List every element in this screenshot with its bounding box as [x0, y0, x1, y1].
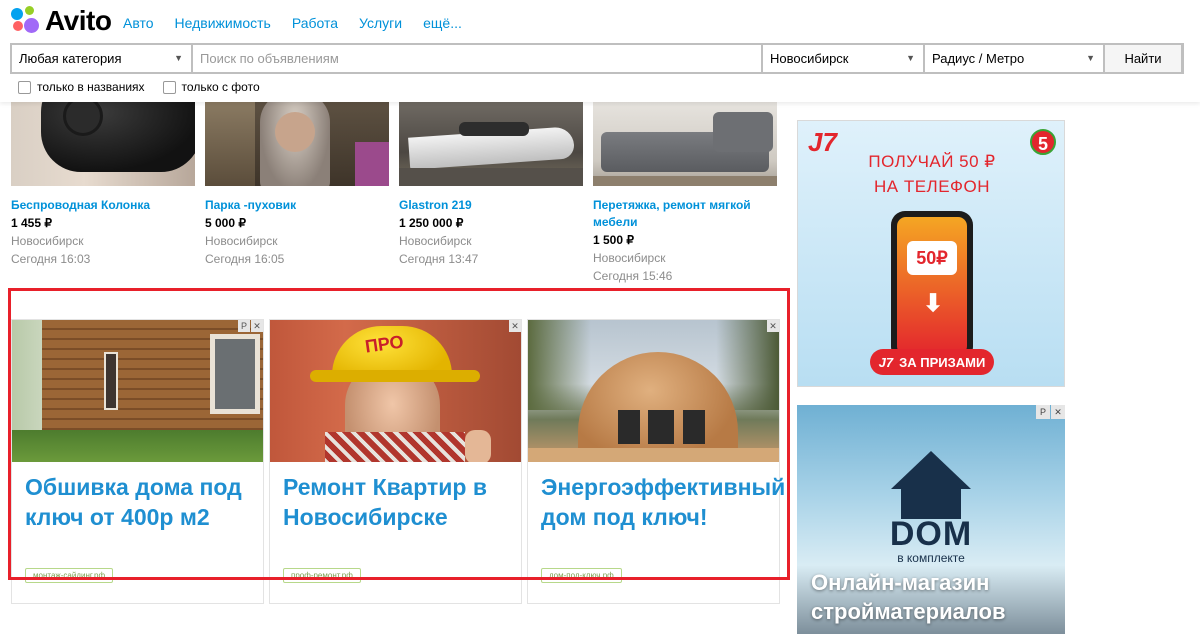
only-photo-checkbox[interactable]: только с фото — [162, 80, 260, 94]
sofa-photo[interactable] — [593, 102, 777, 186]
search-filters: только в названиях только с фото — [18, 80, 260, 94]
listing-city: Новосибирск — [399, 234, 472, 248]
listing-price: 1 455 ₽ — [11, 216, 52, 230]
nav-item-realty[interactable]: Недвижимость — [175, 15, 271, 31]
top-nav: Авто Недвижимость Работа Услуги ещё... — [123, 15, 462, 31]
dom-logo: DOM — [889, 515, 973, 553]
logo-text: Avito — [45, 5, 112, 36]
close-icon[interactable]: ✕ — [509, 320, 521, 332]
phone-icon: 50₽ ⬇ — [891, 211, 973, 361]
nav-item-more[interactable]: ещё... — [423, 15, 462, 31]
j7-cta-label: ЗА ПРИЗАМИ — [899, 354, 986, 370]
house-roof-icon — [891, 451, 971, 489]
logo-dots-icon — [11, 6, 41, 36]
ad-card[interactable]: Р ✕ Обшивка дома под ключ от 400р м2 мон… — [11, 319, 264, 604]
search-button[interactable]: Найти — [1105, 45, 1181, 72]
listing-card[interactable]: Glastron 219 1 250 000 ₽ Новосибирск Сег… — [399, 102, 583, 268]
listing-title[interactable]: Беспроводная Колонка — [11, 197, 195, 214]
listing-card[interactable]: Перетяжка, ремонт мягкой мебели 1 500 ₽ … — [593, 102, 777, 285]
ad-card[interactable]: ✕ Энергоэффективный дом под ключ! дом-по… — [527, 319, 785, 604]
dome-house-photo[interactable]: ✕ — [528, 320, 779, 462]
chevron-down-icon: ▼ — [906, 53, 915, 63]
listing-price: 1 250 000 ₽ — [399, 216, 464, 230]
ad-controls: Р ✕ — [238, 320, 263, 332]
ad-headline[interactable]: Обшивка дома под ключ от 400р м2 — [12, 462, 263, 532]
radius-value: Радиус / Метро — [932, 51, 1025, 66]
speaker-photo[interactable] — [11, 102, 195, 186]
ad-domain[interactable]: проф-ремонт.рф — [283, 568, 361, 583]
listing-date: Сегодня 13:47 — [399, 252, 479, 266]
ad-domain[interactable]: дом-под-ключ.рф — [541, 568, 622, 583]
phone-value: 50₽ — [907, 241, 957, 275]
listing-date: Сегодня 16:05 — [205, 252, 285, 266]
close-icon[interactable]: ✕ — [251, 320, 263, 332]
city-value: Новосибирск — [770, 51, 849, 66]
dom-logo-sub: в комплекте — [897, 551, 965, 565]
listing-price: 5 000 ₽ — [205, 216, 246, 230]
arrow-down-icon: ⬇ — [923, 290, 944, 317]
radius-select[interactable]: Радиус / Метро ▼ — [925, 45, 1103, 72]
checkbox-icon[interactable] — [162, 80, 176, 94]
builder-photo[interactable]: ПРО ✕ — [270, 320, 521, 462]
avito-logo[interactable]: Avito — [11, 5, 112, 36]
category-select[interactable]: Любая категория ▼ — [12, 45, 191, 72]
side-ad-dom[interactable]: Р ✕ DOM в комплекте Онлайн-магазин строй… — [797, 405, 1065, 634]
ad-controls: Р ✕ — [1036, 405, 1065, 419]
dom-headline: Онлайн-магазин стройматериалов — [811, 570, 1006, 624]
listing-date: Сегодня 16:03 — [11, 252, 91, 266]
ad-controls: ✕ — [767, 320, 779, 332]
listing-title[interactable]: Перетяжка, ремонт мягкой мебели — [593, 197, 777, 231]
search-input[interactable]: Поиск по объявлениям — [193, 45, 761, 72]
chevron-down-icon: ▼ — [1086, 53, 1095, 63]
listing-card[interactable]: Беспроводная Колонка 1 455 ₽ Новосибирск… — [11, 102, 195, 268]
header: Avito Авто Недвижимость Работа Услуги ещ… — [0, 0, 1200, 102]
listing-price: 1 500 ₽ — [593, 233, 634, 247]
ad-domain[interactable]: монтаж-сайдинг.рф — [25, 568, 114, 583]
listing-city: Новосибирск — [593, 251, 666, 265]
category-value: Любая категория — [19, 51, 122, 66]
boat-photo[interactable] — [399, 102, 583, 186]
chevron-down-icon: ▼ — [174, 53, 183, 63]
checkbox-icon[interactable] — [18, 80, 31, 94]
listing-city: Новосибирск — [205, 234, 278, 248]
nav-item-services[interactable]: Услуги — [359, 15, 402, 31]
search-bar: Любая категория ▼ Поиск по объявлениям Н… — [10, 43, 1184, 74]
close-icon[interactable]: ✕ — [767, 320, 779, 332]
nav-item-jobs[interactable]: Работа — [292, 15, 338, 31]
j7-headline: ПОЛУЧАЙ 50 ₽ НА ТЕЛЕФОН — [868, 152, 996, 196]
listing-date: Сегодня 15:46 — [593, 269, 673, 283]
j7-cta-button[interactable]: J7 ЗА ПРИЗАМИ — [870, 349, 994, 375]
only-titles-label: только в названиях — [37, 80, 145, 94]
ad-label-icon[interactable]: Р — [238, 320, 250, 332]
j7-cta-logo: J7 — [878, 354, 894, 370]
only-photo-label: только с фото — [181, 80, 260, 94]
listing-title[interactable]: Парка -пуховик — [205, 197, 389, 214]
close-icon[interactable]: ✕ — [1051, 405, 1065, 419]
nav-item-auto[interactable]: Авто — [123, 15, 154, 31]
city-select[interactable]: Новосибирск ▼ — [763, 45, 923, 72]
only-titles-checkbox[interactable]: только в названиях — [18, 80, 145, 94]
listing-city: Новосибирск — [11, 234, 84, 248]
house-siding-photo[interactable]: Р ✕ — [12, 320, 263, 462]
side-ad-j7[interactable]: J7 5 ПОЛУЧАЙ 50 ₽ НА ТЕЛЕФОН 50₽ ⬇ J7 ЗА… — [797, 120, 1065, 387]
ad-label-icon[interactable]: Р — [1036, 405, 1050, 419]
ad-headline[interactable]: Ремонт Квартир в Новосибирске — [270, 462, 521, 532]
ad-headline[interactable]: Энергоэффективный дом под ключ! — [528, 462, 785, 532]
listing-title[interactable]: Glastron 219 — [399, 197, 583, 214]
ad-controls: ✕ — [509, 320, 521, 332]
jacket-photo[interactable] — [205, 102, 389, 186]
ad-card[interactable]: ПРО ✕ Ремонт Квартир в Новосибирске проф… — [269, 319, 522, 604]
listing-card[interactable]: Парка -пуховик 5 000 ₽ Новосибирск Сегод… — [205, 102, 389, 268]
